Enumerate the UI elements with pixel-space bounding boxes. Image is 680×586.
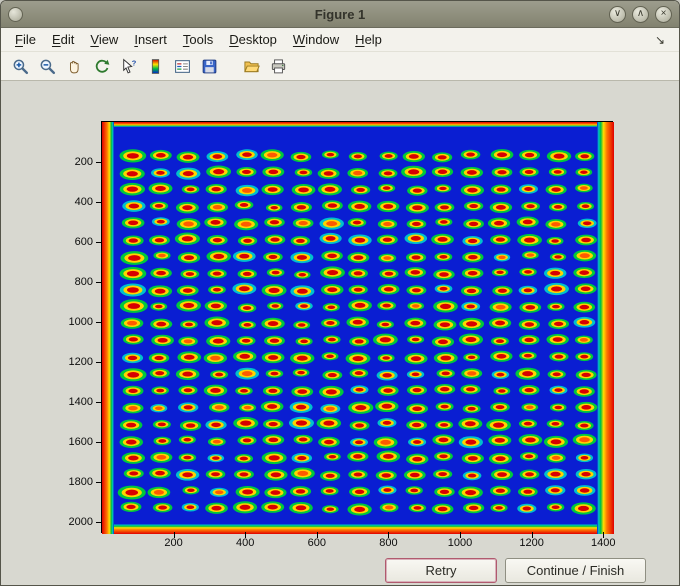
continue-finish-button[interactable]: Continue / Finish: [505, 558, 646, 583]
y-tick-label: 1200: [68, 356, 93, 368]
zoom-in-icon[interactable]: [8, 55, 32, 77]
figure-canvas-area: 200 400 600 800 1000 1200 1400 1600 1800 2000 200 4…: [1, 81, 679, 585]
y-tick-label: 1800: [68, 476, 93, 488]
axes: 200 400 600 800 1000 1200 1400 1600 1800 2000 200 4…: [69, 121, 615, 549]
x-tick-label: 600: [307, 537, 326, 549]
maximize-icon: ∧: [636, 8, 645, 19]
y-tick-mark: [96, 242, 102, 243]
y-tick-label: 2000: [68, 516, 93, 528]
menu-window[interactable]: Window: [285, 29, 347, 50]
toolbar: ?: [1, 52, 679, 81]
y-tick-label: 200: [74, 156, 93, 168]
menu-edit[interactable]: Edit: [44, 29, 82, 50]
title-bar[interactable]: Figure 1 ∨ ∧ ×: [1, 1, 679, 28]
window-title: Figure 1: [314, 6, 366, 22]
menu-bar: File Edit View Insert Tools Desktop Window Help…: [1, 28, 679, 52]
y-tick-mark: [96, 282, 102, 283]
minimize-icon: ∨: [613, 8, 622, 19]
y-tick-label: 1400: [68, 396, 93, 408]
y-tick-mark: [96, 362, 102, 363]
x-tick-label: 1000: [447, 537, 473, 549]
y-tick-label: 1600: [68, 436, 93, 448]
close-button[interactable]: ×: [655, 5, 672, 23]
data-cursor-icon[interactable]: ?: [116, 55, 140, 77]
x-tick-label: 1400: [591, 537, 616, 549]
y-tick-mark: [96, 202, 102, 203]
menu-desktop[interactable]: Desktop: [221, 29, 285, 50]
save-icon[interactable]: [197, 55, 221, 77]
x-tick-label: 800: [379, 537, 398, 549]
y-tick-mark: [96, 442, 102, 443]
y-tick-mark: [96, 522, 102, 523]
plot-image[interactable]: [102, 122, 614, 534]
menu-view[interactable]: View: [82, 29, 126, 50]
retry-button[interactable]: Retry: [385, 558, 497, 583]
colorbar-icon[interactable]: [143, 55, 167, 77]
figure-window: Figure 1 ∨ ∧ × File Edit View Insert Tools De…: [0, 0, 680, 586]
open-icon[interactable]: [239, 55, 263, 77]
close-icon: ×: [660, 8, 667, 19]
y-tick-label: 400: [74, 196, 93, 208]
y-tick-label: 600: [74, 236, 93, 248]
menu-file[interactable]: File: [7, 29, 44, 50]
x-tick-label: 200: [164, 537, 183, 549]
rotate-3d-icon[interactable]: [89, 55, 113, 77]
y-tick-mark: [96, 322, 102, 323]
maximize-button[interactable]: ∧: [632, 5, 649, 23]
svg-text:?: ?: [131, 58, 136, 67]
window-controls: ∨ ∧ ×: [603, 5, 672, 23]
dock-arrow-icon[interactable]: ↘: [647, 33, 673, 47]
menu-help[interactable]: Help: [347, 29, 390, 50]
minimize-button[interactable]: ∨: [609, 5, 626, 23]
menu-insert[interactable]: Insert: [126, 29, 175, 50]
x-tick-label: 400: [236, 537, 255, 549]
menu-tools[interactable]: Tools: [175, 29, 221, 50]
y-tick-mark: [96, 482, 102, 483]
window-menu-button[interactable]: [8, 6, 23, 22]
y-tick-label: 800: [74, 276, 93, 288]
toolbar-separator: [224, 55, 236, 77]
y-tick-mark: [96, 402, 102, 403]
x-tick-label: 1200: [519, 537, 544, 549]
print-icon[interactable]: [266, 55, 290, 77]
y-tick-mark: [96, 162, 102, 163]
y-tick-label: 1000: [68, 316, 93, 328]
pan-icon[interactable]: [62, 55, 86, 77]
zoom-out-icon[interactable]: [35, 55, 59, 77]
legend-icon[interactable]: [170, 55, 194, 77]
